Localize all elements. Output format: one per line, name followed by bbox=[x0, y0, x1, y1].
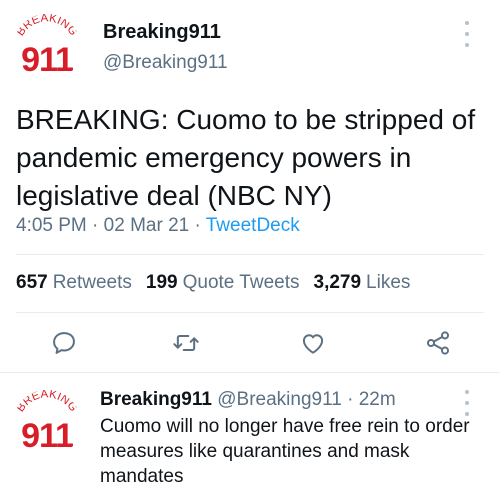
svg-text:911: 911 bbox=[21, 417, 73, 455]
quote-tweets-stat[interactable]: 199 Quote Tweets bbox=[146, 272, 300, 294]
retweets-stat[interactable]: 657 Retweets bbox=[16, 272, 132, 294]
divider bbox=[16, 254, 484, 255]
like-icon bbox=[302, 334, 324, 354]
reply-handle[interactable]: @Breaking911 bbox=[217, 389, 342, 410]
tweet-time[interactable]: 4:05 PM bbox=[16, 215, 87, 236]
share-button[interactable] bbox=[418, 323, 458, 363]
divider bbox=[16, 312, 484, 313]
reply-icon bbox=[53, 332, 75, 354]
share-icon bbox=[426, 331, 450, 355]
display-name[interactable]: Breaking911 bbox=[103, 21, 221, 44]
engagement-stats: 657 Retweets 199 Quote Tweets 3,279 Likes bbox=[16, 272, 410, 294]
tweet-date[interactable]: 02 Mar 21 bbox=[104, 215, 190, 236]
svg-text:911: 911 bbox=[21, 41, 73, 79]
svg-text:BREAKING: BREAKING bbox=[15, 390, 80, 414]
likes-stat[interactable]: 3,279 Likes bbox=[314, 272, 411, 294]
breaking911-logo: BREAKING 911 bbox=[15, 390, 80, 455]
like-button[interactable] bbox=[293, 323, 333, 363]
reply-tweet-text: Cuomo will no longer have free rein to o… bbox=[100, 416, 470, 487]
tweet-meta: 4:05 PM · 02 Mar 21 · TweetDeck bbox=[16, 215, 300, 236]
reply-button[interactable] bbox=[44, 323, 84, 363]
reply-header: Breaking911 @Breaking911 · 22m bbox=[100, 389, 396, 410]
breaking911-logo: BREAKING 911 bbox=[15, 14, 80, 79]
reply-display-name[interactable]: Breaking911 bbox=[100, 389, 212, 410]
more-options-icon[interactable] bbox=[462, 21, 472, 47]
avatar[interactable]: BREAKING 911 bbox=[13, 14, 81, 82]
reply-age[interactable]: 22m bbox=[359, 389, 396, 410]
divider bbox=[0, 372, 500, 373]
svg-text:BREAKING: BREAKING bbox=[15, 14, 80, 38]
reply-avatar[interactable]: BREAKING 911 bbox=[13, 390, 81, 458]
retweet-icon bbox=[173, 335, 199, 351]
reply-more-options-icon[interactable] bbox=[462, 390, 472, 416]
tweet-text: BREAKING: Cuomo to be stripped of pandem… bbox=[16, 104, 476, 211]
handle[interactable]: @Breaking911 bbox=[103, 52, 228, 74]
retweet-button[interactable] bbox=[166, 323, 206, 363]
tweet-actions bbox=[0, 323, 500, 363]
tweet-source[interactable]: TweetDeck bbox=[206, 215, 300, 236]
